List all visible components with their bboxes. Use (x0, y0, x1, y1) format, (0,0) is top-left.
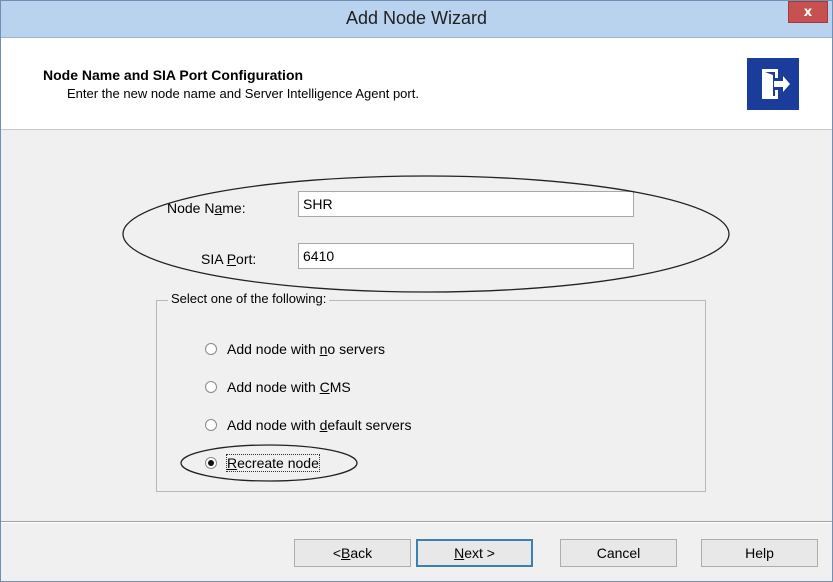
page-title: Node Name and SIA Port Configuration (43, 67, 304, 83)
wizard-window: Add Node Wizard x Node Name and SIA Port… (0, 0, 833, 582)
sia-port-label-text: SIA Port: (201, 251, 257, 267)
mnemonic-letter: N (454, 545, 465, 561)
radio-label-text: Add node with (227, 341, 320, 357)
button-label-text: ext > (464, 545, 495, 561)
radio-button[interactable] (205, 419, 217, 431)
radio-label: Recreate node (226, 454, 320, 472)
radio-button[interactable] (205, 343, 217, 355)
exit-door-arrow-icon (747, 58, 799, 110)
cancel-button[interactable]: Cancel (560, 539, 677, 567)
button-label-text: ack (350, 545, 373, 561)
sia-port-label: SIA Port: (201, 251, 256, 267)
radio-button[interactable] (205, 457, 217, 469)
radio-add-node-no-servers[interactable]: Add node with no servers (205, 341, 385, 357)
radio-label-text: ecreate node (237, 455, 319, 471)
sia-port-input[interactable] (298, 243, 634, 269)
radio-button[interactable] (205, 381, 217, 393)
button-separator (1, 521, 832, 523)
node-name-label: Node Name: (167, 200, 246, 216)
radio-label: Add node with no servers (227, 341, 385, 357)
page-subtitle: Enter the new node name and Server Intel… (67, 86, 419, 101)
radio-label: Add node with CMS (227, 379, 351, 395)
radio-add-node-cms[interactable]: Add node with CMS (205, 379, 351, 395)
next-button[interactable]: Next > (416, 539, 533, 567)
radio-recreate-node[interactable]: Recreate node (205, 454, 320, 472)
help-button[interactable]: Help (701, 539, 818, 567)
radio-label: Add node with default servers (227, 417, 411, 433)
wizard-header: Node Name and SIA Port Configuration Ent… (1, 38, 832, 130)
mnemonic-letter: B (341, 545, 351, 561)
radio-selected-dot (208, 460, 214, 466)
close-button[interactable]: x (788, 1, 828, 23)
button-label-text: < (332, 545, 342, 561)
radio-label-text: efault servers (327, 417, 412, 433)
title-bar[interactable]: Add Node Wizard x (1, 1, 832, 38)
radio-label-text: MS (329, 379, 351, 395)
node-name-input[interactable] (298, 191, 634, 217)
node-name-label-text: Node Name: (167, 200, 246, 216)
radio-add-node-default-servers[interactable]: Add node with default servers (205, 417, 411, 433)
back-button[interactable]: < Back (294, 539, 411, 567)
mnemonic-letter: R (227, 455, 238, 471)
radio-label-text: Add node with (227, 379, 320, 395)
radio-label-text: Add node with (227, 417, 320, 433)
radio-label-text: o servers (327, 341, 385, 357)
window-title: Add Node Wizard (345, 8, 488, 28)
mnemonic-letter: C (319, 379, 330, 395)
node-options-legend: Select one of the following: (168, 291, 330, 306)
